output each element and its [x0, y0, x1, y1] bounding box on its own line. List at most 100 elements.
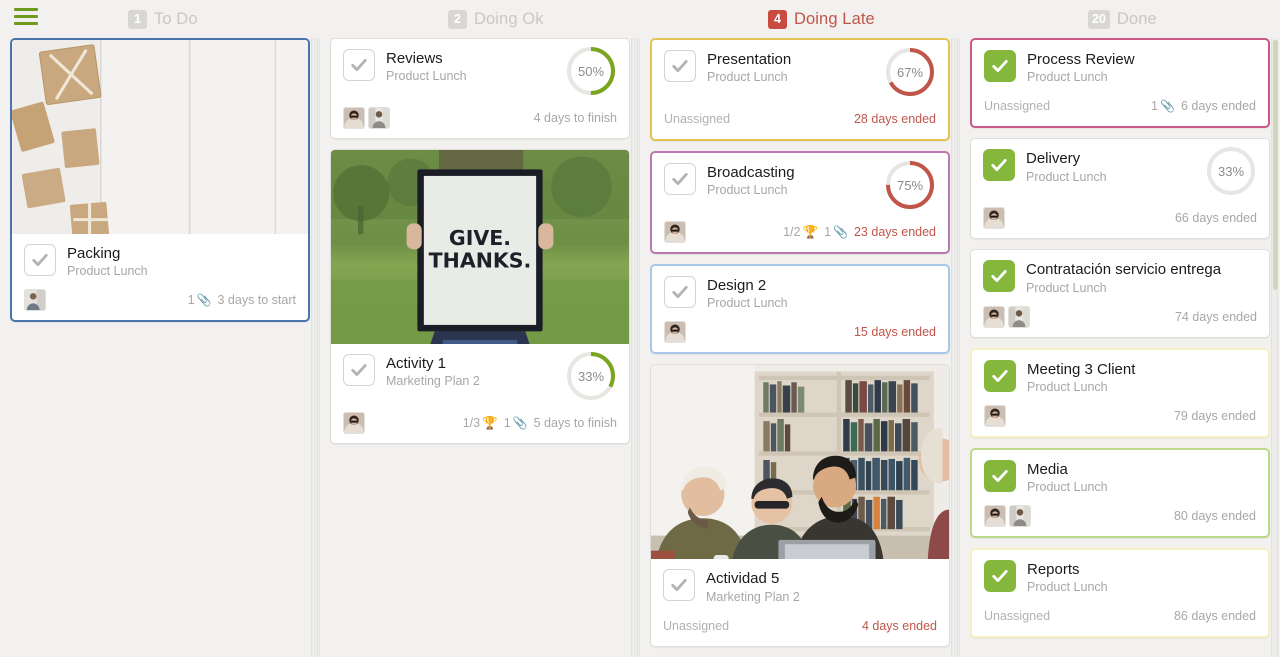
card-project: Product Lunch	[707, 183, 788, 198]
column-doing-late[interactable]: Presentation Product Lunch 67% Unassigned 28…	[640, 38, 960, 657]
trophy-icon: 🏆	[482, 415, 498, 430]
column-card-count: 4	[768, 9, 787, 29]
card-due-label: 3 days to start	[217, 293, 296, 308]
avatar-person-2[interactable]	[664, 321, 686, 344]
task-complete-checkbox[interactable]	[664, 163, 696, 195]
scrollbar-thumb[interactable]	[1273, 40, 1278, 290]
task-card-contratacion-servicio-entrega[interactable]: Contratación servicio entrega Product Lun…	[970, 249, 1270, 338]
task-card-activity-1[interactable]: GIVE. THANKS. Activity 1 Marketing Plan 2 33…	[330, 149, 630, 444]
card-footer: 66 days ended	[983, 206, 1257, 230]
avatar-person-2[interactable]	[984, 505, 1006, 527]
task-complete-checkbox[interactable]	[983, 149, 1015, 182]
card-project: Product Lunch	[1027, 580, 1108, 595]
avatar-person-3[interactable]	[1008, 305, 1030, 328]
column-doing-ok[interactable]: Reviews Product Lunch 50% 4 days to finish G…	[320, 38, 640, 657]
avatar-person-3[interactable]	[368, 107, 390, 129]
task-complete-checkbox[interactable]	[984, 459, 1016, 492]
card-body: Process Review Product Lunch Unassigned 1 📎 6…	[972, 40, 1268, 126]
progress-ring: 67%	[884, 46, 936, 98]
task-card-broadcasting[interactable]: Broadcasting Product Lunch 75% 1/2 🏆 1 📎 23 day…	[650, 151, 950, 254]
card-footer: Unassigned 28 days ended	[664, 107, 936, 131]
task-complete-checkbox[interactable]	[24, 244, 56, 276]
card-cover-image[interactable]	[12, 40, 308, 234]
svg-text:THANKS.: THANKS.	[429, 249, 532, 273]
card-footer: 74 days ended	[983, 305, 1257, 329]
column-todo[interactable]: Packing Product Lunch 1 📎 3 days to start	[0, 38, 320, 657]
task-complete-checkbox[interactable]	[343, 49, 375, 81]
column-done[interactable]: Process Review Product Lunch Unassigned 1 📎 6…	[960, 38, 1280, 657]
card-project: Product Lunch	[1027, 70, 1108, 85]
svg-text:GIVE.: GIVE.	[449, 226, 511, 250]
card-assignees	[983, 207, 1005, 230]
card-checklist-count: 1/3 🏆	[462, 415, 498, 430]
avatar-person-2[interactable]	[343, 412, 365, 434]
card-title: Presentation	[707, 51, 792, 68]
column-scrollbar-todo[interactable]	[311, 38, 318, 657]
column-scrollbar-doing-late[interactable]	[951, 38, 958, 657]
task-complete-checkbox[interactable]	[343, 354, 375, 386]
card-body: Design 2 Product Lunch 15 days ended	[652, 266, 948, 352]
card-title: Delivery	[1026, 150, 1081, 168]
card-title: Reports	[1027, 561, 1080, 578]
task-card-presentation[interactable]: Presentation Product Lunch 67% Unassigned 28…	[650, 38, 950, 141]
task-card-actividad-5[interactable]: Actividad 5 Marketing Plan 2 Unassigned 4 d…	[650, 364, 950, 647]
trophy-icon: 🏆	[802, 224, 819, 239]
task-complete-checkbox[interactable]	[664, 276, 696, 308]
progress-percent: 75%	[896, 177, 924, 193]
card-footer: 1/3 🏆 1 📎 5 days to finish	[343, 411, 617, 435]
task-complete-checkbox[interactable]	[983, 260, 1015, 293]
card-meta: 15 days ended	[854, 325, 936, 339]
task-card-meeting-3-client[interactable]: Meeting 3 Client Product Lunch 79 days end…	[970, 347, 1270, 438]
task-card-media[interactable]: Media Product Lunch 80 days ended	[970, 447, 1270, 538]
card-title: Packing	[67, 245, 121, 262]
task-complete-checkbox[interactable]	[984, 359, 1016, 392]
task-card-packing[interactable]: Packing Product Lunch 1 📎 3 days to start	[10, 38, 310, 323]
task-complete-checkbox[interactable]	[663, 569, 695, 602]
card-footer: 80 days ended	[984, 504, 1256, 528]
progress-ring: 50%	[565, 45, 617, 97]
card-unassigned-label: Unassigned	[663, 618, 730, 633]
card-due-label: 79 days ended	[1173, 408, 1256, 423]
task-card-reviews[interactable]: Reviews Product Lunch 50% 4 days to finish	[330, 38, 630, 139]
task-complete-checkbox[interactable]	[984, 50, 1016, 82]
card-due-label: 6 days ended	[1180, 99, 1256, 114]
progress-percent: 33%	[1217, 163, 1245, 179]
card-assignees	[983, 305, 1030, 328]
task-card-delivery[interactable]: Delivery Product Lunch 33% 66 days ended	[970, 138, 1270, 240]
card-body: Actividad 5 Marketing Plan 2 Unassigned 4 d…	[651, 559, 949, 645]
card-project: Product Lunch	[1027, 379, 1108, 394]
card-body: Delivery Product Lunch 33% 66 days ended	[971, 139, 1269, 238]
column-header-todo: 1 To Do	[128, 7, 198, 31]
column-header-doing-late: 4 Doing Late	[768, 7, 875, 31]
card-title: Meeting 3 Client	[1027, 360, 1136, 378]
hamburger-menu-icon[interactable]	[14, 8, 38, 29]
card-unassigned-label: Unassigned	[984, 609, 1051, 624]
card-due-label: 5 days to finish	[533, 416, 617, 430]
card-cover-image[interactable]: GIVE. THANKS.	[331, 150, 629, 344]
card-due-label: 86 days ended	[1173, 609, 1256, 624]
card-body: Contratación servicio entrega Product Lun…	[971, 250, 1269, 336]
avatar-person-1[interactable]	[24, 289, 46, 312]
task-card-reports[interactable]: Reports Product Lunch Unassigned 86 days en…	[970, 548, 1270, 639]
task-card-design-2[interactable]: Design 2 Product Lunch 15 days ended	[650, 264, 950, 355]
column-scrollbar-doing-ok[interactable]	[631, 38, 638, 657]
task-complete-checkbox[interactable]	[664, 50, 696, 82]
avatar-person-2[interactable]	[983, 305, 1005, 328]
progress-ring: 75%	[884, 159, 936, 211]
card-cover-image[interactable]	[651, 365, 949, 560]
task-card-process-review[interactable]: Process Review Product Lunch Unassigned 1 📎 6…	[970, 38, 1270, 129]
column-scrollbar-done[interactable]	[1271, 38, 1278, 657]
card-project: Product Lunch	[67, 264, 148, 279]
avatar-person-2[interactable]	[343, 107, 365, 129]
task-complete-checkbox[interactable]	[984, 560, 1016, 592]
avatar-person-2[interactable]	[984, 404, 1006, 427]
card-project: Product Lunch	[1026, 169, 1107, 184]
card-due-label: 80 days ended	[1173, 509, 1256, 523]
avatar-person-3[interactable]	[1009, 505, 1031, 527]
card-meta: 66 days ended	[1175, 211, 1257, 225]
card-meta: 79 days ended	[1174, 409, 1256, 423]
avatar-person-2[interactable]	[983, 207, 1005, 230]
paperclip-icon: 📎	[196, 293, 212, 308]
card-unassigned-label: Unassigned	[984, 99, 1051, 114]
avatar-person-2[interactable]	[664, 221, 686, 243]
